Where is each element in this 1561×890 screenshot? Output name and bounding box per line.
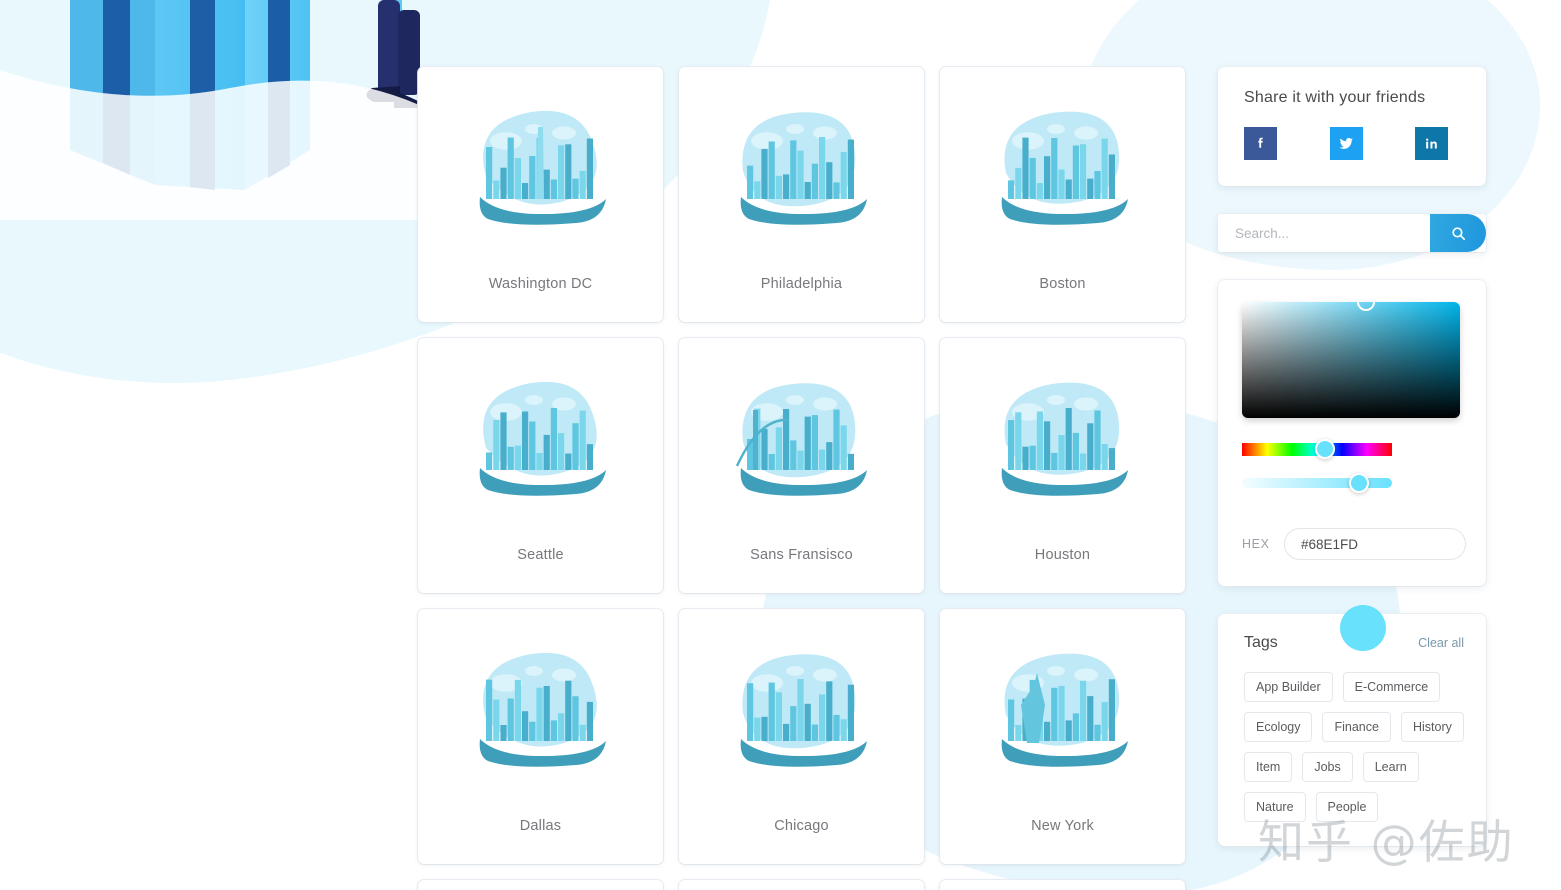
tag-chip[interactable]: Learn xyxy=(1362,752,1419,782)
city-card-label: Sans Fransisco xyxy=(750,547,853,563)
city-card[interactable]: Boston xyxy=(940,67,1185,322)
city-card[interactable]: Washington DC xyxy=(418,67,663,322)
tag-chip[interactable]: History xyxy=(1400,712,1464,742)
city-card-label: Dallas xyxy=(519,818,562,834)
tag-chip[interactable]: Item xyxy=(1244,752,1293,782)
right-sidebar: Share it with your friends Search... HEX… xyxy=(1218,67,1486,846)
city-card-label: Seattle xyxy=(517,547,564,563)
share-icon-row xyxy=(1244,127,1460,160)
linkedin-icon[interactable] xyxy=(1415,127,1448,160)
city-card-grid: Washington DC Philadelphia Boston Seattle Sa… xyxy=(418,67,1188,890)
search-icon xyxy=(1451,226,1465,240)
color-preview-swatch xyxy=(1340,605,1386,651)
hex-value-field[interactable]: #68E1FD xyxy=(1284,528,1466,560)
tag-chip[interactable]: Ecology xyxy=(1244,712,1313,742)
tag-chip[interactable]: Finance xyxy=(1322,712,1391,742)
city-card[interactable]: Philadelphia xyxy=(679,67,924,322)
color-sliders xyxy=(1242,439,1392,651)
city-card-label: Washington DC xyxy=(488,276,593,292)
hero-illustration xyxy=(0,0,430,220)
saturation-value-area[interactable] xyxy=(1242,293,1460,418)
tag-chip[interactable]: App Builder xyxy=(1244,672,1333,702)
tag-chip[interactable]: E-Commerce xyxy=(1342,672,1441,702)
tag-chip[interactable]: People xyxy=(1315,792,1379,822)
city-card-label: New York xyxy=(1031,818,1094,834)
city-card[interactable]: Seattle xyxy=(418,338,663,593)
city-card[interactable]: Chicago xyxy=(679,609,924,864)
tag-chip[interactable]: Jobs xyxy=(1302,752,1353,782)
alpha-slider-handle[interactable] xyxy=(1348,473,1369,493)
city-card-label: Boston xyxy=(1039,276,1086,292)
color-picker-panel: HEX #68E1FD xyxy=(1218,280,1486,651)
chicago-skyline-illustration xyxy=(740,654,867,767)
alpha-slider[interactable] xyxy=(1242,478,1392,488)
statue-of-liberty-illustration xyxy=(1001,653,1128,767)
tags-panel: Tags Clear all App Builder E-Commerce Ecol… xyxy=(1218,614,1486,846)
tag-chip[interactable]: Nature xyxy=(1244,792,1306,822)
city-card[interactable]: New York xyxy=(940,609,1185,864)
twitter-icon[interactable] xyxy=(1329,127,1363,160)
boston-skyline-illustration xyxy=(1001,111,1128,225)
hex-row: HEX #68E1FD xyxy=(1242,528,1466,560)
city-card[interactable]: Sans Fransisco xyxy=(679,338,924,593)
dallas-skyline-illustration xyxy=(479,652,606,767)
page-root: Washington DC Philadelphia Boston Seattle Sa… xyxy=(0,0,1561,890)
city-card-label: Philadelphia xyxy=(760,276,843,292)
share-title: Share it with your friends xyxy=(1244,89,1426,106)
tag-list: App Builder E-Commerce Ecology Finance Histo… xyxy=(1244,672,1464,822)
city-card[interactable]: Dallas xyxy=(418,609,663,864)
philadelphia-skyline-illustration xyxy=(740,112,867,225)
seattle-skyline-illustration xyxy=(479,381,606,496)
facebook-icon[interactable] xyxy=(1244,127,1277,160)
city-card-partial[interactable] xyxy=(418,880,663,890)
city-card-label: Chicago xyxy=(774,818,829,834)
search-input[interactable] xyxy=(1218,225,1430,241)
city-card-partial[interactable] xyxy=(940,880,1185,890)
city-card-partial[interactable] xyxy=(679,880,924,890)
washington-monument-illustration xyxy=(479,110,606,225)
tags-title: Tags xyxy=(1244,634,1278,651)
hex-label: HEX xyxy=(1242,537,1270,551)
saturation-value-handle[interactable] xyxy=(1357,293,1376,311)
hue-slider-handle[interactable] xyxy=(1314,439,1335,459)
houston-skyline-illustration xyxy=(1001,382,1128,496)
city-card[interactable]: Houston xyxy=(940,338,1185,593)
search-button[interactable] xyxy=(1430,214,1486,252)
golden-gate-bridge-illustration xyxy=(735,383,867,496)
search-bar xyxy=(1218,214,1486,252)
city-card-label: Houston xyxy=(1034,547,1091,563)
clear-all-link[interactable]: Clear all xyxy=(1418,636,1464,650)
share-panel: Share it with your friends xyxy=(1218,67,1486,186)
